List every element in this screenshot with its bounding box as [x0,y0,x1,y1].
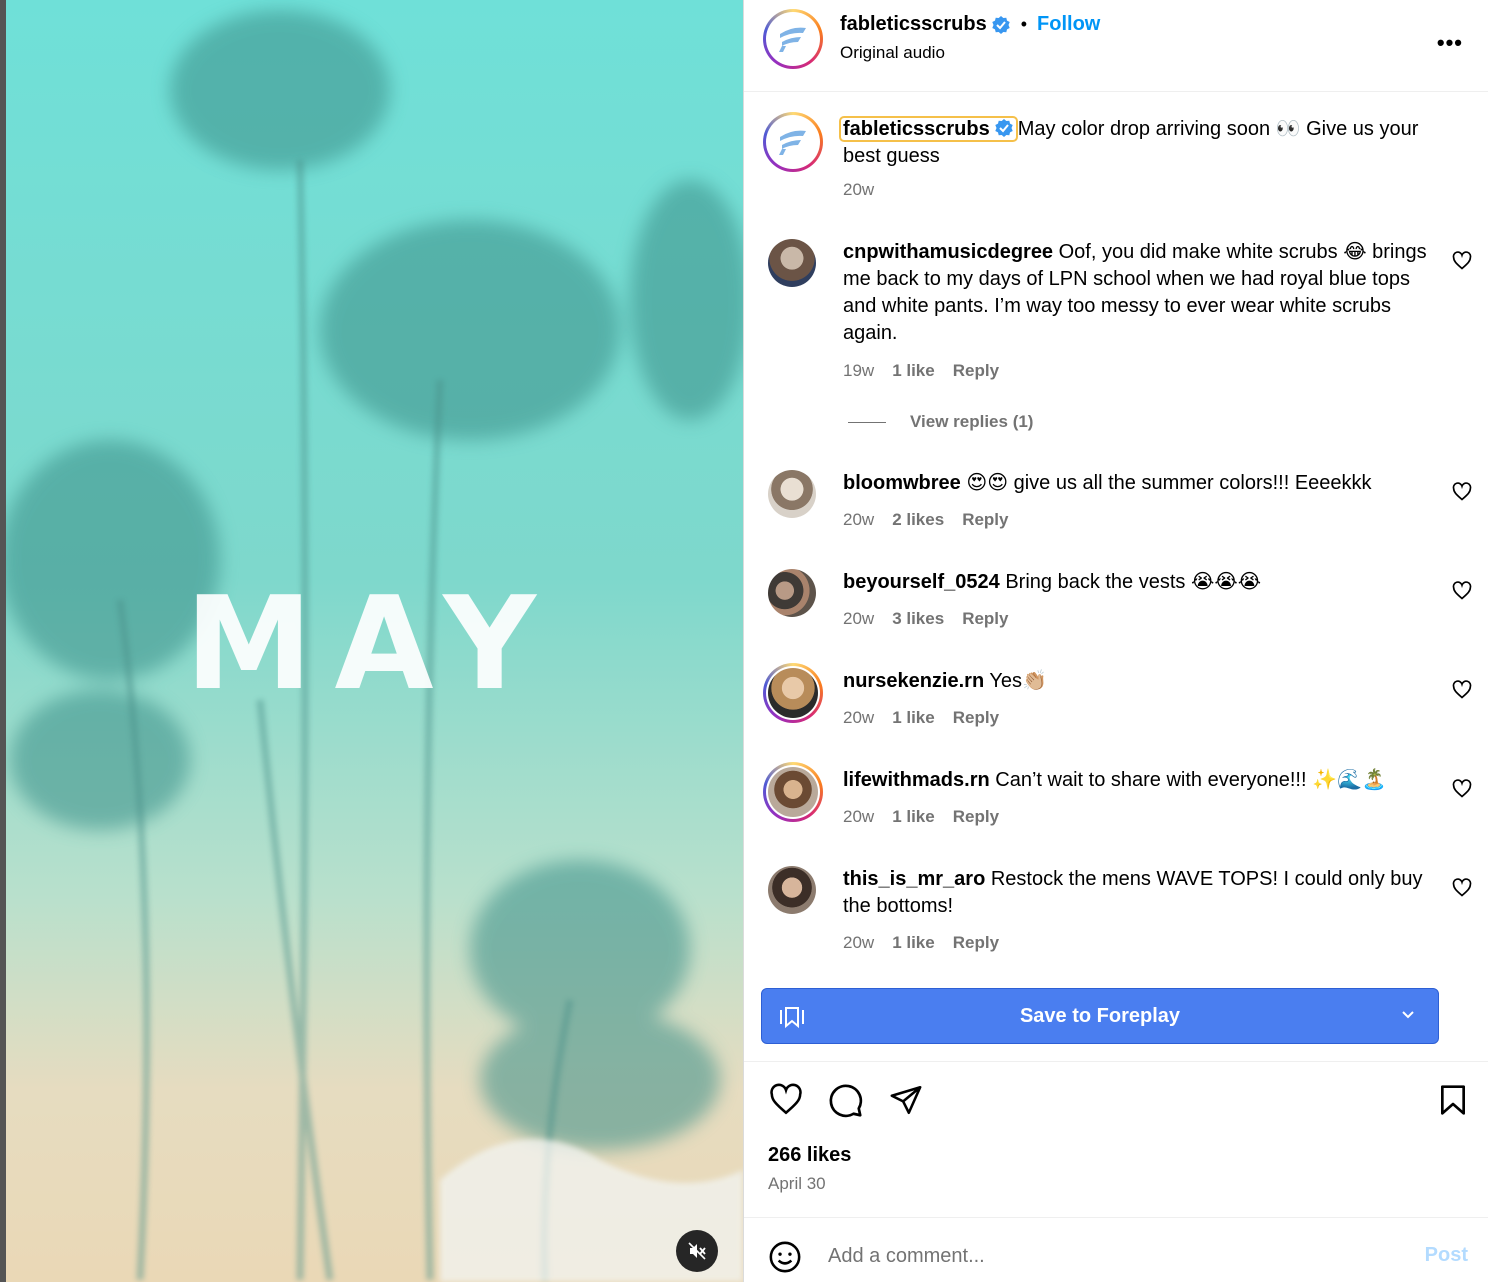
foreplay-logo-icon [780,1007,804,1029]
comment-username[interactable]: bloomwbree [843,472,961,494]
comment-meta: 20w 2 likes Reply [843,510,1008,530]
avatar[interactable] [768,866,816,914]
caption-avatar[interactable] [763,112,823,172]
comment-icon[interactable] [828,1083,864,1119]
comment-text-block: bloomwbree 😍😍 give us all the summer col… [843,470,1433,497]
comment-likes[interactable]: 3 likes [892,609,944,629]
avatar[interactable] [768,569,816,617]
caption-meta: 20w [843,180,874,200]
chevron-down-icon[interactable] [1400,1007,1416,1023]
comment-text: Can’t wait to share with everyone!!! ✨🌊🏝… [995,769,1387,791]
caption-time[interactable]: 20w [843,180,874,200]
header-separator: • [1020,14,1028,34]
divider [744,1061,1488,1062]
comment-likes[interactable]: 1 like [892,807,935,827]
comment-text: Yes👏🏼 [989,670,1047,692]
author-avatar[interactable] [763,9,823,69]
post-dialog: MAY fableticsscrubs • Follow Original au… [0,0,1488,1282]
comment-time[interactable]: 20w [843,609,874,629]
comment-likes[interactable]: 2 likes [892,510,944,530]
comment-meta: 20w 1 like Reply [843,807,999,827]
comment-meta: 20w 1 like Reply [843,708,999,728]
reel-video[interactable]: MAY [0,0,743,1282]
comment-time[interactable]: 20w [843,933,874,953]
like-heart-icon[interactable] [768,1083,804,1117]
comment-likes[interactable]: 1 like [892,933,935,953]
fabletics-logo-icon [779,27,806,52]
view-replies-button[interactable]: View replies (1) [848,412,1033,432]
share-send-icon[interactable] [888,1083,924,1117]
heart-icon[interactable] [1452,878,1472,898]
bookmark-icon[interactable] [1437,1083,1469,1117]
heart-icon[interactable] [1452,482,1472,502]
comment-username[interactable]: cnpwithamusicdegree [843,241,1053,263]
comment-username[interactable]: lifewithmads.rn [843,769,990,791]
view-replies-label: View replies (1) [910,412,1034,431]
verified-badge-icon [995,119,1013,137]
comment-text-block: nursekenzie.rn Yes👏🏼 [843,668,1433,695]
replies-divider [848,421,886,423]
comment-meta: 20w 3 likes Reply [843,609,1008,629]
reply-button[interactable]: Reply [962,510,1008,530]
author-username[interactable]: fableticsscrubs [840,13,987,36]
follow-button[interactable]: Follow [1037,13,1100,36]
comment-text: 😍😍 give us all the summer colors!!! Eeee… [966,472,1372,494]
video-overlay-text: MAY [185,570,558,719]
fabletics-logo-icon [779,130,806,155]
heart-icon[interactable] [1452,779,1472,799]
divider [744,1217,1488,1218]
comment-username[interactable]: beyourself_0524 [843,571,1000,593]
reply-button[interactable]: Reply [953,361,999,381]
reply-button[interactable]: Reply [953,807,999,827]
caption-username[interactable]: fableticsscrubs [839,116,1018,142]
audio-link[interactable]: Original audio [840,43,945,63]
comments-panel: fableticsscrubs • Follow Original audio … [743,0,1488,1282]
comment-text-block: cnpwithamusicdegree Oof, you did make wh… [843,239,1433,347]
heart-icon[interactable] [1452,251,1472,271]
comment-text: Bring back the vests 😭😭😭 [1005,571,1262,593]
post-header: fableticsscrubs • Follow Original audio … [744,0,1488,92]
heart-icon[interactable] [1452,680,1472,700]
save-button-label: Save to Foreplay [1019,1004,1181,1027]
comments-list: fableticsscrubs May color drop arriving s… [744,92,1488,982]
comment-text-block: this_is_mr_aro Restock the mens WAVE TOP… [843,866,1433,920]
comment-likes[interactable]: 1 like [892,708,935,728]
comment-meta: 20w 1 like Reply [843,933,999,953]
mute-toggle-button[interactable] [676,1230,718,1272]
muted-speaker-icon [688,1242,706,1260]
reply-button[interactable]: Reply [953,933,999,953]
emoji-icon[interactable] [768,1240,802,1274]
comment-username[interactable]: nursekenzie.rn [843,670,984,692]
avatar[interactable] [768,470,816,518]
reply-button[interactable]: Reply [962,609,1008,629]
comment-time[interactable]: 20w [843,510,874,530]
post-date[interactable]: April 30 [768,1174,826,1194]
verified-badge-icon [992,15,1010,34]
comment-likes[interactable]: 1 like [892,361,935,381]
comment-time[interactable]: 19w [843,361,874,381]
comment-meta: 19w 1 like Reply [843,361,999,381]
avatar[interactable] [763,762,823,822]
likes-count[interactable]: 266 likes [768,1144,851,1167]
post-comment-button[interactable]: Post [1425,1244,1468,1267]
comment-text-block: beyourself_0524 Bring back the vests 😭😭😭 [843,569,1433,596]
add-comment-input[interactable] [828,1240,1388,1272]
reply-button[interactable]: Reply [953,708,999,728]
caption-text-block: fableticsscrubs May color drop arriving s… [839,116,1423,170]
avatar[interactable] [768,239,816,287]
more-options-icon[interactable]: ••• [1437,30,1463,56]
comment-username[interactable]: this_is_mr_aro [843,868,985,890]
save-to-foreplay-button[interactable]: Save to Foreplay [761,988,1439,1044]
comment-time[interactable]: 20w [843,708,874,728]
comment-time[interactable]: 20w [843,807,874,827]
heart-icon[interactable] [1452,581,1472,601]
avatar[interactable] [763,663,823,723]
header-user-row: fableticsscrubs • Follow [840,13,1100,36]
comment-text-block: lifewithmads.rn Can’t wait to share with… [843,767,1433,794]
